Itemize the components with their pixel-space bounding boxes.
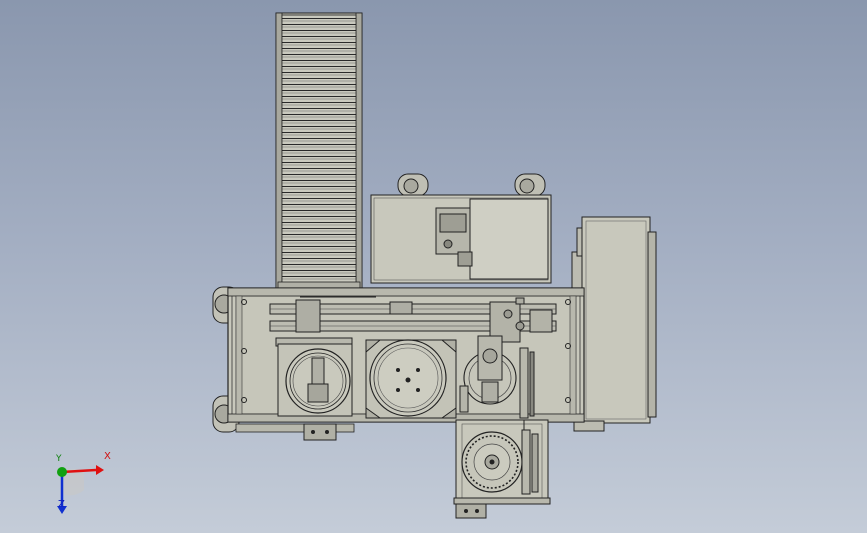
left-index-ring[interactable] [277, 343, 353, 417]
upper-enclosure[interactable] [370, 173, 552, 284]
y-axis-label: Y [56, 454, 62, 464]
z-axis-label: Z [58, 499, 65, 510]
roller-conveyor[interactable] [275, 12, 363, 291]
x-axis-label: X [104, 451, 111, 462]
graphics-viewport[interactable]: X Y Z [0, 0, 867, 533]
center-turntable[interactable] [365, 339, 457, 419]
axis-triad: X Y Z [40, 450, 120, 520]
lower-feeder[interactable] [453, 419, 551, 519]
assembly-top-view[interactable] [0, 0, 867, 533]
